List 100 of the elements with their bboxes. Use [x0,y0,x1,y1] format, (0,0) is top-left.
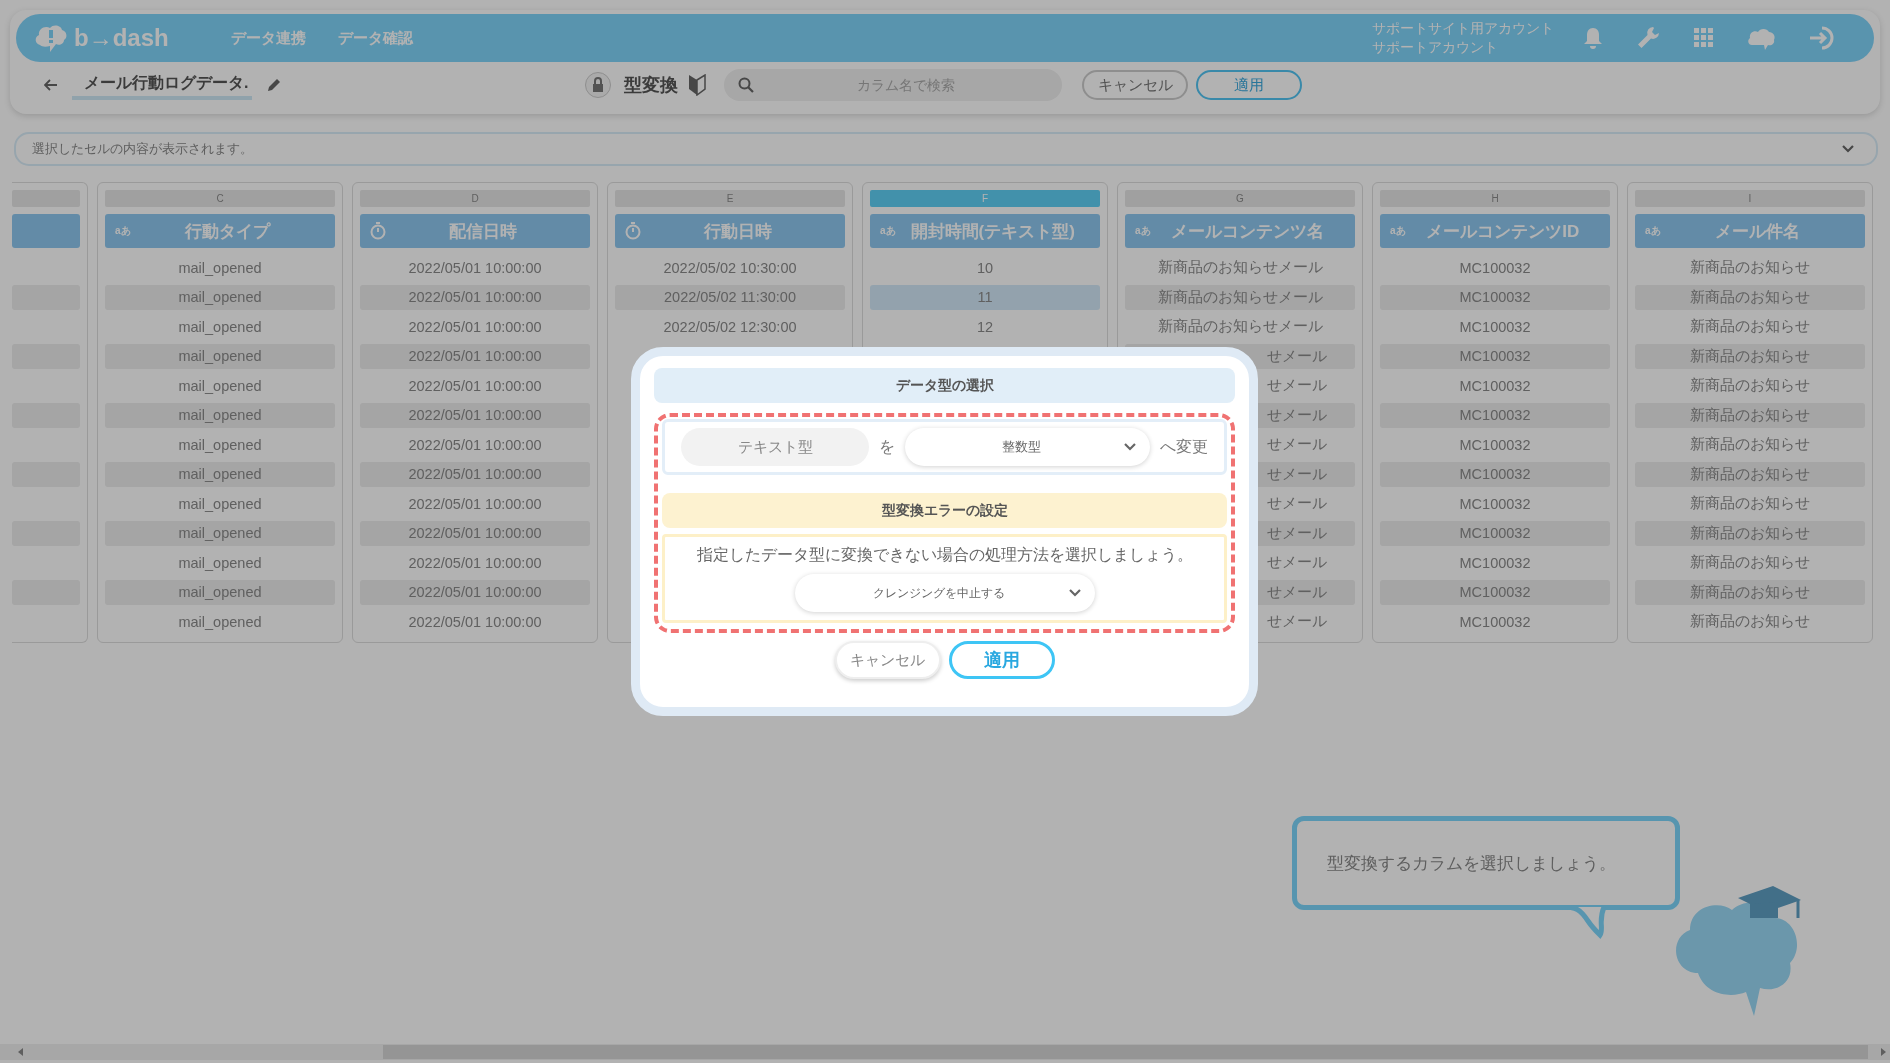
column-header[interactable]: 行動日時 [615,214,845,248]
table-cell[interactable]: 2022/05/01 10:00:00 [360,579,590,605]
table-cell[interactable]: mail_opened [105,609,335,634]
table-cell[interactable]: 新商品のお知らせ [1635,255,1865,280]
column-header[interactable]: aあ メールコンテンツID [1380,214,1610,248]
table-cell[interactable]: MC100032 [1380,491,1610,516]
table-cell[interactable]: 2022/05/02 11:30:00 [615,284,845,310]
table-cell[interactable]: mail_opened [105,284,335,310]
column-header[interactable]: aあ メールコンテンツ名 [1125,214,1355,248]
cancel-button[interactable]: キャンセル [1082,70,1188,100]
table-cell[interactable]: 新商品のお知らせメール [1125,284,1355,310]
dataset-title[interactable]: メール行動ログデータ. [72,70,253,100]
table-cell[interactable]: mail_opened [105,314,335,339]
table-cell[interactable]: MC100032 [1380,579,1610,605]
apply-button[interactable]: 適用 [1196,70,1302,100]
nav-link[interactable]: データ連携 [231,28,306,48]
table-cell[interactable]: 新商品のお知らせ [1635,550,1865,575]
table-cell[interactable]: 新商品のお知らせメール [1125,255,1355,280]
target-type-select[interactable]: 整数型 [905,428,1150,466]
table-cell[interactable]: mail_opened [105,579,335,605]
nav-link[interactable]: データ確認 [338,28,413,48]
table-cell[interactable]: MC100032 [1380,432,1610,457]
table-cell[interactable]: mail_opened [105,432,335,457]
table-cell[interactable]: 2022/05/01 10:00:00 [360,343,590,369]
table-cell[interactable]: 2022/05/01 10:00:00 [360,373,590,398]
table-cell[interactable]: 新商品のお知らせ [1635,609,1865,634]
table-cell[interactable]: 2022/05/01 10:00:00 [360,432,590,457]
table-cell[interactable]: MC100032 [1380,461,1610,487]
column-letter[interactable]: G [1125,190,1355,207]
table-cell[interactable]: mail_opened [105,343,335,369]
column-header[interactable] [12,214,80,248]
bell-icon[interactable] [1582,26,1604,50]
table-cell[interactable]: mail_opened [105,255,335,280]
cancel-button[interactable]: キャンセル [834,641,941,679]
table-cell[interactable]: 2022/05/01 10:00:00 [360,520,590,546]
table-cell[interactable]: mail_opened [105,550,335,575]
type-mark: aあ [115,224,131,238]
table-cell[interactable]: 11 [870,284,1100,310]
table-cell[interactable]: 新商品のお知らせ [1635,284,1865,310]
table-cell[interactable]: MC100032 [1380,314,1610,339]
table-cell[interactable]: MC100032 [1380,550,1610,575]
table-cell[interactable]: 2022/05/01 10:00:00 [360,402,590,428]
wrench-icon[interactable] [1636,25,1662,51]
table-cell[interactable]: 新商品のお知らせ [1635,402,1865,428]
logout-icon[interactable] [1808,25,1836,51]
column-letter[interactable]: H [1380,190,1610,207]
table-cell[interactable]: mail_opened [105,373,335,398]
table-cell[interactable]: 新商品のお知らせ [1635,579,1865,605]
table-cell[interactable]: 2022/05/01 10:00:00 [360,461,590,487]
column-letter[interactable]: E [615,190,845,207]
table-cell[interactable]: mail_opened [105,461,335,487]
table-cell[interactable]: MC100032 [1380,373,1610,398]
table-cell[interactable]: 2022/05/01 10:00:00 [360,255,590,280]
cell-preview-bar[interactable]: 選択したセルの内容が表示されます。 [14,132,1878,166]
table-cell[interactable]: 新商品のお知らせ [1635,314,1865,339]
table-cell[interactable]: MC100032 [1380,402,1610,428]
apply-button[interactable]: 適用 [948,641,1055,679]
table-cell[interactable]: 新商品のお知らせ [1635,432,1865,457]
column-letter[interactable]: D [360,190,590,207]
table-cell[interactable]: 2022/05/01 10:00:00 [360,284,590,310]
column-letter[interactable]: C [105,190,335,207]
table-cell[interactable]: 2022/05/01 10:00:00 [360,609,590,634]
horizontal-scrollbar[interactable] [0,1044,1890,1060]
table-cell[interactable]: 10 [870,255,1100,280]
mode-label: 型変換 [624,74,678,97]
apps-grid-icon[interactable] [1694,28,1714,48]
column-header[interactable]: aあ 行動タイプ [105,214,335,248]
table-cell[interactable]: 2022/05/01 10:00:00 [360,491,590,516]
column-header[interactable]: aあ メール件名 [1635,214,1865,248]
back-arrow-icon[interactable] [44,79,58,91]
table-cell[interactable]: 新商品のお知らせ [1635,343,1865,369]
account-name: サポートアカウント [1372,38,1499,57]
table-cell[interactable]: MC100032 [1380,255,1610,280]
table-cell[interactable]: MC100032 [1380,520,1610,546]
table-cell[interactable]: 12 [870,314,1100,339]
column-header[interactable]: 配信日時 [360,214,590,248]
table-cell[interactable]: 2022/05/02 10:30:00 [615,255,845,280]
column-letter[interactable]: F [870,190,1100,207]
table-cell[interactable]: mail_opened [105,402,335,428]
column-header[interactable]: aあ 開封時間(テキスト型) [870,214,1100,248]
column-name: 行動日時 [703,220,773,243]
pencil-icon[interactable] [266,77,283,93]
table-cell[interactable]: 新商品のお知らせ [1635,491,1865,516]
table-cell[interactable]: MC100032 [1380,609,1610,634]
table-cell[interactable]: 2022/05/01 10:00:00 [360,550,590,575]
table-cell[interactable]: MC100032 [1380,284,1610,310]
table-cell[interactable]: mail_opened [105,520,335,546]
table-cell[interactable]: 新商品のお知らせ [1635,461,1865,487]
scrollbar-thumb[interactable] [383,1045,1868,1059]
table-cell[interactable]: 新商品のお知らせ [1635,520,1865,546]
error-handling-select[interactable]: クレンジングを中止する [794,574,1095,612]
table-cell[interactable]: MC100032 [1380,343,1610,369]
chevron-down-icon [1124,443,1136,451]
table-cell[interactable]: 新商品のお知らせ [1635,373,1865,398]
account-name: サポートサイト用アカウント [1372,19,1554,38]
table-cell[interactable]: 2022/05/01 10:00:00 [360,314,590,339]
table-cell[interactable]: mail_opened [105,491,335,516]
table-cell[interactable]: 2022/05/02 12:30:00 [615,314,845,339]
chevron-down-icon [1842,145,1854,153]
table-cell[interactable]: 新商品のお知らせメール [1125,314,1355,339]
